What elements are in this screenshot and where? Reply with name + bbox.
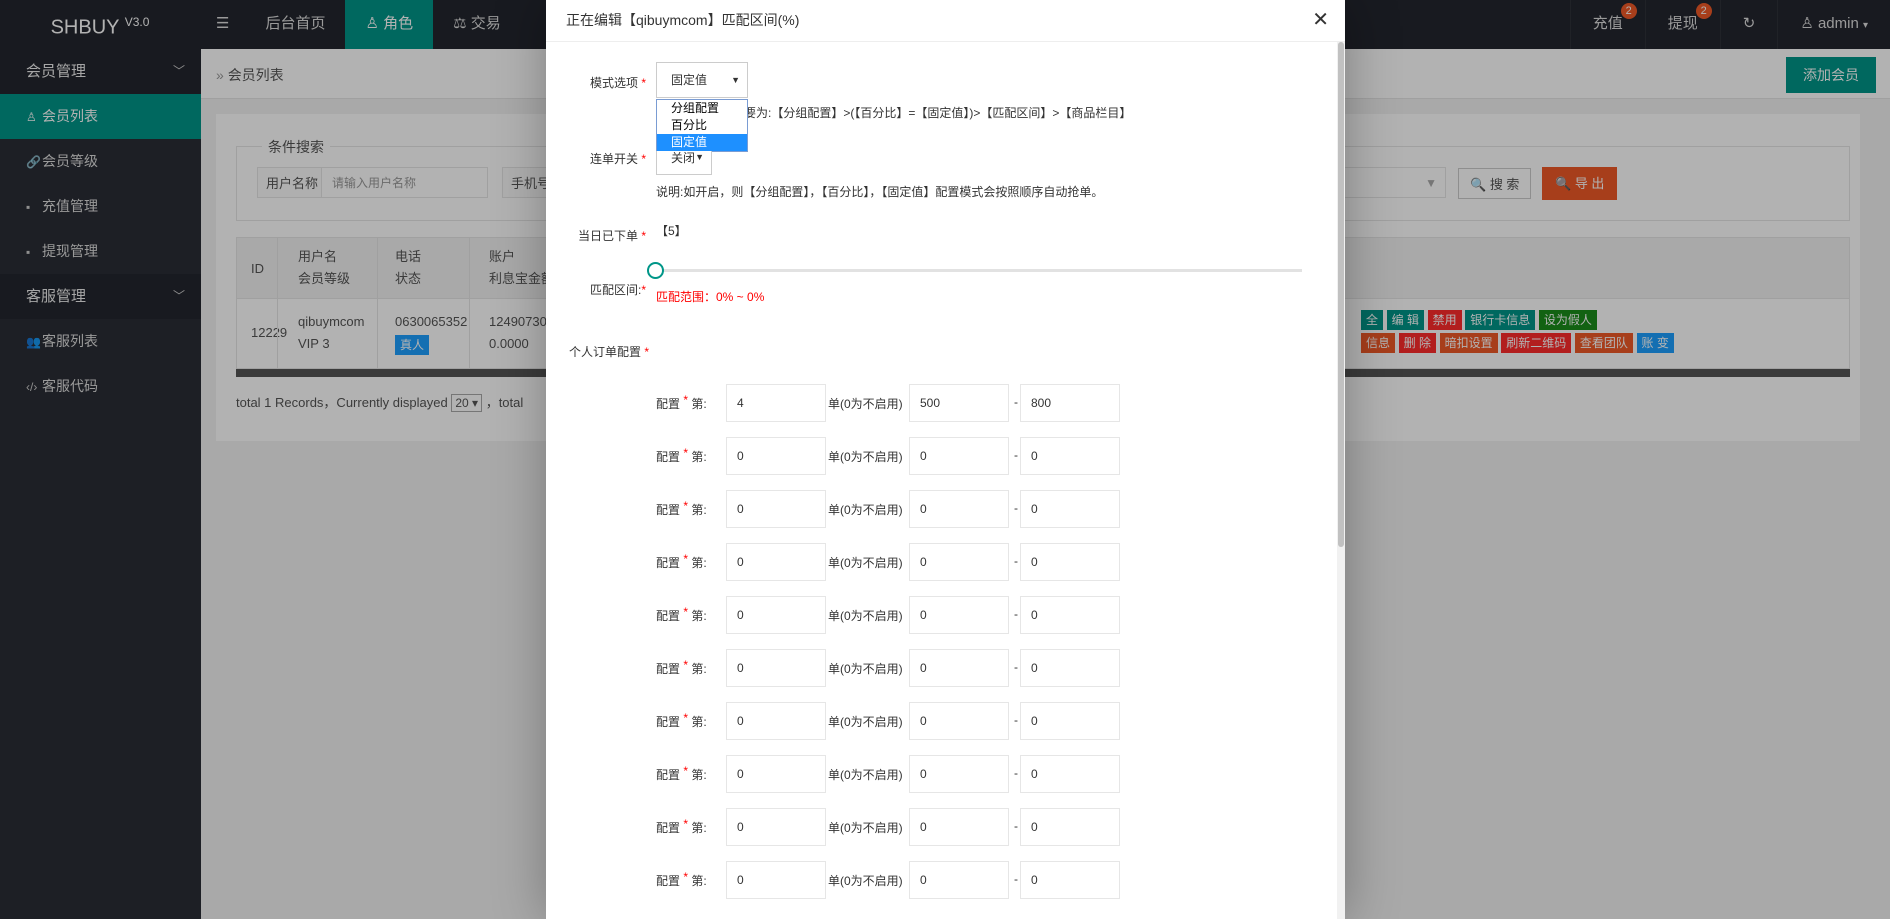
range-slider-handle[interactable] xyxy=(647,262,664,279)
config-max-input[interactable]: 0 xyxy=(1020,755,1120,793)
range-label: 匹配区间:* xyxy=(589,283,646,297)
config-max-input[interactable]: 0 xyxy=(1020,649,1120,687)
modal-scrollbar[interactable] xyxy=(1337,42,1345,919)
chain-select[interactable]: 关闭 ▼ xyxy=(656,151,712,175)
config-unit-label: 单(0为不启用) xyxy=(828,768,903,782)
range-text: 匹配范围：0% ~ 0% xyxy=(656,290,765,304)
config-row: 配置 * 第: 0 单(0为不启用) 0-0 xyxy=(656,808,1156,846)
config-label: 配置 * 第: xyxy=(656,817,707,835)
config-dash: - xyxy=(1014,554,1018,568)
edit-range-modal: 正在编辑【qibuymcom】匹配区间(%) ✕ 模式选项 * 固定值 ▼ 要为:… xyxy=(546,0,1345,919)
dropdown-arrow-icon: ▼ xyxy=(695,152,704,162)
config-row: 配置 * 第: 0 单(0为不启用) 0-0 xyxy=(656,543,1156,581)
modal-title: 正在编辑【qibuymcom】匹配区间(%) xyxy=(566,12,800,28)
mode-option[interactable]: 分组配置 xyxy=(657,100,747,117)
today-label: 当日已下单 * xyxy=(577,229,646,243)
config-row: 配置 * 第: 0 单(0为不启用) 0-0 xyxy=(656,596,1156,634)
chain-note: 说明:如开启，则【分组配置】，【百分比】，【固定值】配置模式会按照顺序自动抢单。 xyxy=(656,185,1104,199)
config-dash: - xyxy=(1014,819,1018,833)
config-row: 配置 * 第: 0 单(0为不启用) 0-0 xyxy=(656,437,1156,475)
config-row: 配置 * 第: 0 单(0为不启用) 0-0 xyxy=(656,861,1156,899)
config-min-input[interactable]: 0 xyxy=(909,755,1009,793)
config-label: 配置 * 第: xyxy=(656,499,707,517)
config-dash: - xyxy=(1014,501,1018,515)
config-min-input[interactable]: 0 xyxy=(909,437,1009,475)
mode-option[interactable]: 百分比 xyxy=(657,117,747,134)
modal-header: 正在编辑【qibuymcom】匹配区间(%) ✕ xyxy=(546,0,1345,42)
config-count-input[interactable]: 0 xyxy=(726,861,826,899)
config-row: 配置 * 第: 4 单(0为不启用) 500-800 xyxy=(656,384,1156,422)
config-count-input[interactable]: 0 xyxy=(726,808,826,846)
config-label: 配置 * 第: xyxy=(656,446,707,464)
config-dash: - xyxy=(1014,607,1018,621)
config-unit-label: 单(0为不启用) xyxy=(828,609,903,623)
config-label: 配置 * 第: xyxy=(656,658,707,676)
config-dash: - xyxy=(1014,766,1018,780)
config-min-input[interactable]: 0 xyxy=(909,490,1009,528)
config-count-input[interactable]: 0 xyxy=(726,543,826,581)
config-label: 配置 * 第: xyxy=(656,711,707,729)
config-label: 配置 * 第: xyxy=(656,605,707,623)
config-unit-label: 单(0为不启用) xyxy=(828,874,903,888)
personal-config-label: 个人订单配置 * xyxy=(569,345,650,359)
config-count-input[interactable]: 0 xyxy=(726,702,826,740)
config-max-input[interactable]: 800 xyxy=(1020,384,1120,422)
config-min-input[interactable]: 0 xyxy=(909,861,1009,899)
config-count-input[interactable]: 0 xyxy=(726,437,826,475)
config-max-input[interactable]: 0 xyxy=(1020,543,1120,581)
config-count-input[interactable]: 0 xyxy=(726,596,826,634)
config-unit-label: 单(0为不启用) xyxy=(828,662,903,676)
config-unit-label: 单(0为不启用) xyxy=(828,715,903,729)
config-min-input[interactable]: 0 xyxy=(909,543,1009,581)
mode-dropdown: 分组配置 百分比 固定值 xyxy=(656,99,748,152)
config-dash: - xyxy=(1014,660,1018,674)
dropdown-arrow-icon: ▼ xyxy=(731,75,740,85)
config-unit-label: 单(0为不启用) xyxy=(828,397,903,411)
close-icon[interactable]: ✕ xyxy=(1312,9,1329,31)
config-min-input[interactable]: 0 xyxy=(909,596,1009,634)
config-unit-label: 单(0为不启用) xyxy=(828,821,903,835)
config-dash: - xyxy=(1014,713,1018,727)
mode-label: 模式选项 * xyxy=(589,76,646,90)
config-min-input[interactable]: 0 xyxy=(909,649,1009,687)
config-max-input[interactable]: 0 xyxy=(1020,861,1120,899)
config-min-input[interactable]: 0 xyxy=(909,808,1009,846)
config-label: 配置 * 第: xyxy=(656,393,707,411)
config-unit-label: 单(0为不启用) xyxy=(828,450,903,464)
mode-note: 要为:【分组配置】>(【百分比】=【固定值】)>【匹配区间】>【商品栏目】 xyxy=(744,106,1132,120)
config-label: 配置 * 第: xyxy=(656,870,707,888)
chain-label: 连单开关 * xyxy=(589,152,646,166)
config-dash: - xyxy=(1014,872,1018,886)
config-min-input[interactable]: 500 xyxy=(909,384,1009,422)
config-max-input[interactable]: 0 xyxy=(1020,808,1120,846)
config-max-input[interactable]: 0 xyxy=(1020,702,1120,740)
config-min-input[interactable]: 0 xyxy=(909,702,1009,740)
config-max-input[interactable]: 0 xyxy=(1020,437,1120,475)
config-row: 配置 * 第: 0 单(0为不启用) 0-0 xyxy=(656,490,1156,528)
config-unit-label: 单(0为不启用) xyxy=(828,503,903,517)
config-max-input[interactable]: 0 xyxy=(1020,490,1120,528)
config-row: 配置 * 第: 0 单(0为不启用) 0-0 xyxy=(656,649,1156,687)
today-value: 【5】 xyxy=(656,224,687,238)
config-row: 配置 * 第: 0 单(0为不启用) 0-0 xyxy=(656,755,1156,793)
config-dash: - xyxy=(1014,395,1018,409)
mode-select[interactable]: 固定值 ▼ xyxy=(656,62,748,98)
config-row: 配置 * 第: 0 单(0为不启用) 0-0 xyxy=(656,702,1156,740)
config-count-input[interactable]: 0 xyxy=(726,649,826,687)
config-dash: - xyxy=(1014,448,1018,462)
modal-scroll-thumb[interactable] xyxy=(1338,42,1344,547)
config-label: 配置 * 第: xyxy=(656,764,707,782)
config-count-input[interactable]: 0 xyxy=(726,490,826,528)
config-count-input[interactable]: 4 xyxy=(726,384,826,422)
config-max-input[interactable]: 0 xyxy=(1020,596,1120,634)
config-unit-label: 单(0为不启用) xyxy=(828,556,903,570)
config-label: 配置 * 第: xyxy=(656,552,707,570)
range-slider-track[interactable] xyxy=(656,269,1302,272)
config-count-input[interactable]: 0 xyxy=(726,755,826,793)
mode-option-selected[interactable]: 固定值 xyxy=(657,134,747,151)
